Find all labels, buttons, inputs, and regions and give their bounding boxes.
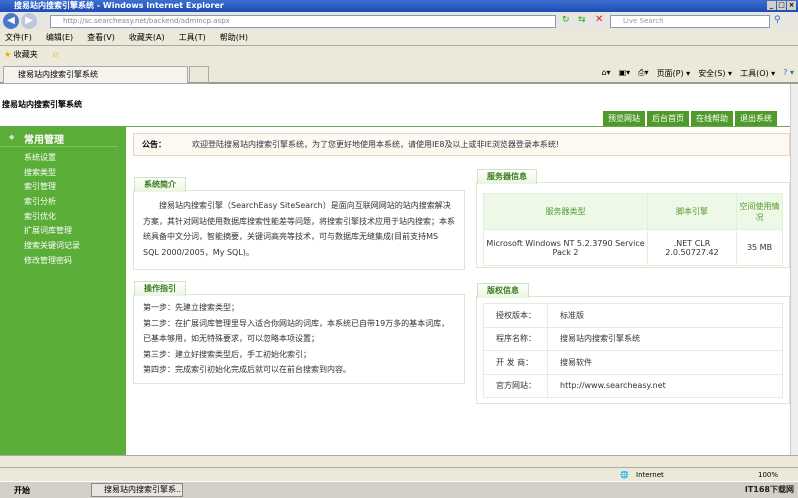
- menu-view[interactable]: 查看(V): [87, 30, 115, 45]
- sidebar-item-search-types[interactable]: 搜索类型: [0, 166, 126, 181]
- sidebar: 常用管理 系统设置 搜索类型 索引管理 索引分析 索引优化 扩展词库管理 搜索关…: [0, 127, 126, 455]
- logout-button[interactable]: 退出系统: [735, 111, 777, 126]
- zoom-level[interactable]: 100%: [758, 468, 778, 482]
- stop-icon[interactable]: ✕: [595, 14, 603, 25]
- server-info-panel: 服务器信息 服务器类型 脚本引擎 空间使用情况 Microsoft Windows …: [476, 169, 790, 268]
- address-input[interactable]: http://sc.searcheasy.net/backend/admincp…: [50, 15, 556, 28]
- close-button[interactable]: ×: [787, 1, 796, 10]
- search-icon[interactable]: ⚲: [774, 15, 781, 25]
- refresh-icon[interactable]: ↻: [562, 15, 570, 25]
- taskbar-ie-window[interactable]: 搜易站内搜索引擎系...: [91, 483, 183, 497]
- table-row: 官方网站： http://www.searcheasy.net: [483, 373, 783, 398]
- status-bar: 🌐 Internet 100%: [0, 467, 798, 481]
- tray-watermark: IT168下载网: [744, 485, 794, 494]
- sidebar-item-dictionary[interactable]: 扩展词库管理: [0, 224, 126, 239]
- page-content: 搜易站内搜索引擎系统 预览网站 后台首页 在线帮助 退出系统 常用管理 系统设置…: [0, 84, 790, 455]
- official-site-link[interactable]: http://www.searcheasy.net: [547, 373, 783, 398]
- add-favorite-icon[interactable]: ✩: [52, 50, 59, 59]
- row-value: 搜易软件: [547, 350, 783, 375]
- tab-bar: 搜易站内搜索引擎系统 ⌂▾ ▣▾ ⎙▾ 页面(P) ▾ 安全(S) ▾ 工具(O…: [0, 64, 798, 84]
- menu-help[interactable]: 帮助(H): [220, 30, 248, 45]
- guide-tab[interactable]: 操作指引: [134, 281, 186, 296]
- vertical-scrollbar[interactable]: [790, 84, 798, 455]
- guide-panel: 操作指引 第一步：先建立搜索类型； 第二步：在扩展词库管理里导入适合你网站的词库…: [133, 281, 465, 384]
- maximize-button[interactable]: □: [777, 1, 786, 10]
- menu-favorites[interactable]: 收藏夹(A): [129, 30, 165, 45]
- feeds-icon[interactable]: ▣▾: [619, 68, 631, 79]
- table-row: 程序名称： 搜易站内搜索引擎系统: [483, 326, 783, 351]
- back-icon[interactable]: ◀: [3, 13, 19, 29]
- address-toolbar: ◀ ▶ http://sc.searcheasy.net/backend/adm…: [0, 12, 798, 30]
- col-header: 脚本引擎: [647, 193, 737, 230]
- safety-menu[interactable]: 安全(S) ▾: [698, 68, 732, 79]
- tab-label: 搜易站内搜索引擎系统: [18, 70, 98, 79]
- guide-step: 第四步：完成索引初始化完成后就可以在前台搜索到内容。: [143, 365, 351, 374]
- server-info-tab[interactable]: 服务器信息: [477, 169, 537, 184]
- sidebar-item-index-management[interactable]: 索引管理: [0, 180, 126, 195]
- table-row: 授权版本： 标准版: [483, 303, 783, 328]
- help-menu[interactable]: ? ▾: [783, 68, 794, 79]
- space-usage: 35 MB: [736, 229, 783, 266]
- sidebar-item-change-password[interactable]: 修改管理密码: [0, 254, 126, 269]
- menu-edit[interactable]: 编辑(E): [46, 30, 73, 45]
- intro-text: 搜易站内搜索引擎（SearchEasy SiteSearch）是面向互联网网站的…: [143, 201, 455, 257]
- site-title: 搜易站内搜索引擎系统: [2, 100, 82, 109]
- search-input[interactable]: Live Search: [610, 15, 770, 28]
- menu-file[interactable]: 文件(F): [5, 30, 32, 45]
- row-label: 开 发 商：: [483, 350, 548, 375]
- globe-icon: 🌐: [620, 471, 629, 479]
- row-value: 搜易站内搜索引擎系统: [547, 326, 783, 351]
- forward-icon[interactable]: ▶: [21, 13, 37, 29]
- row-value: 标准版: [547, 303, 783, 328]
- taskbar: 开始 搜易站内搜索引擎系... IT168下载网: [0, 481, 798, 497]
- server-type: Microsoft Windows NT 5.2.3790 Service Pa…: [483, 229, 648, 266]
- page-menu[interactable]: 页面(P) ▾: [657, 68, 691, 79]
- guide-step: 第二步：在扩展词库管理里导入适合你网站的词库，本系统已自带19万多的基本词库，已…: [143, 318, 450, 344]
- start-button[interactable]: 开始: [2, 483, 30, 498]
- tools-menu[interactable]: 工具(O) ▾: [740, 68, 775, 79]
- star-icon: ★: [4, 50, 12, 59]
- copyright-tab[interactable]: 版权信息: [477, 283, 529, 298]
- favorites-button[interactable]: 收藏夹: [14, 50, 38, 59]
- print-icon[interactable]: ⎙▾: [638, 68, 648, 79]
- sidebar-heading: 常用管理: [0, 127, 118, 147]
- row-label: 官方网站：: [483, 373, 548, 398]
- new-tab-button[interactable]: [189, 66, 209, 84]
- tab-active[interactable]: 搜易站内搜索引擎系统: [3, 66, 188, 84]
- notice-label: 公告：: [142, 140, 166, 149]
- notice-text: 欢迎登陆搜易站内搜索引擎系统，为了您更好地使用本系统，请使用IE8及以上或非IE…: [192, 140, 560, 149]
- intro-tab[interactable]: 系统简介: [134, 177, 186, 192]
- col-header: 服务器类型: [483, 193, 648, 230]
- script-engine: .NET CLR 2.0.50727.42: [647, 229, 737, 266]
- menu-tools[interactable]: 工具(T): [179, 30, 206, 45]
- home-icon[interactable]: ⌂▾: [601, 68, 610, 79]
- horizontal-scrollbar[interactable]: [0, 455, 798, 467]
- server-info-table: 服务器类型 脚本引擎 空间使用情况 Microsoft Windows NT 5.2…: [483, 193, 783, 266]
- admin-home-button[interactable]: 后台首页: [647, 111, 689, 126]
- window-titlebar: 搜易站内搜索引擎系统 - Windows Internet Explorer _…: [0, 0, 798, 12]
- sidebar-item-system-settings[interactable]: 系统设置: [0, 151, 126, 166]
- copyright-table: 授权版本： 标准版 程序名称： 搜易站内搜索引擎系统 开 发 商： 搜易软件 官方网站…: [483, 303, 783, 398]
- intro-panel: 系统简介 搜易站内搜索引擎（SearchEasy SiteSearch）是面向互…: [133, 177, 465, 270]
- row-label: 程序名称：: [483, 326, 548, 351]
- guide-step: 第三步：建立好搜索类型后，手工初始化索引；: [143, 349, 311, 359]
- go-icon[interactable]: ⇆: [578, 15, 586, 25]
- favorites-bar: ★ 收藏夹 ✩: [0, 46, 798, 64]
- notice-bar: 公告： 欢迎登陆搜易站内搜索引擎系统，为了您更好地使用本系统，请使用IE8及以上…: [133, 133, 790, 156]
- sidebar-item-index-optimize[interactable]: 索引优化: [0, 210, 126, 225]
- sidebar-item-keyword-log[interactable]: 搜索关键词记录: [0, 239, 126, 254]
- table-row: 开 发 商： 搜易软件: [483, 350, 783, 375]
- col-header: 空间使用情况: [736, 193, 783, 230]
- zone-label: Internet: [636, 471, 664, 479]
- sidebar-item-index-analysis[interactable]: 索引分析: [0, 195, 126, 210]
- guide-step: 第一步：先建立搜索类型；: [143, 303, 239, 312]
- online-help-button[interactable]: 在线帮助: [691, 111, 733, 126]
- menu-bar: 文件(F) 编辑(E) 查看(V) 收藏夹(A) 工具(T) 帮助(H): [0, 30, 798, 46]
- row-label: 授权版本：: [483, 303, 548, 328]
- copyright-panel: 版权信息 授权版本： 标准版 程序名称： 搜易站内搜索引擎系统 开 发 商： 搜易软件…: [476, 283, 790, 404]
- window-title: 搜易站内搜索引擎系统 - Windows Internet Explorer: [14, 1, 224, 10]
- minimize-button[interactable]: _: [767, 1, 776, 10]
- preview-site-button[interactable]: 预览网站: [603, 111, 645, 126]
